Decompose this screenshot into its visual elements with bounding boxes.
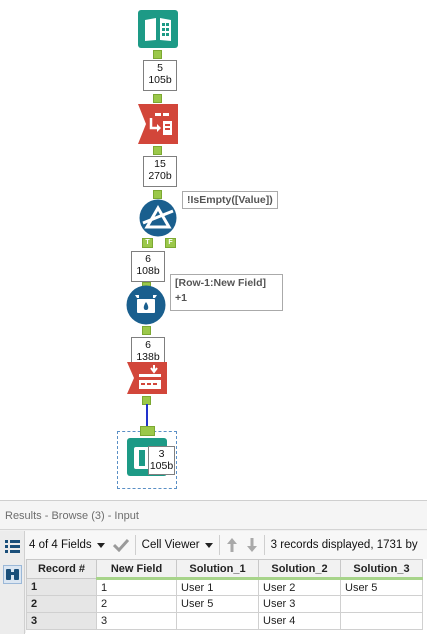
table-cell[interactable]: User 2 — [258, 578, 341, 596]
chevron-down-icon — [96, 542, 105, 548]
filter-annotation: !IsEmpty([Value]) — [182, 191, 278, 209]
arrow-up-icon — [226, 538, 237, 552]
record-count: 6 — [145, 339, 151, 351]
record-count: 5 — [157, 62, 163, 74]
results-table: Record # New Field Solution_1 Solution_2… — [26, 559, 423, 630]
byte-size: 105b — [148, 74, 172, 86]
output-anchor[interactable] — [153, 50, 162, 59]
table-header-row: Record # New Field Solution_1 Solution_2… — [26, 559, 423, 580]
table-cell[interactable] — [340, 595, 423, 613]
table-cell[interactable]: User 5 — [176, 595, 259, 613]
column-header-solution-2[interactable]: Solution_2 — [258, 559, 341, 580]
fields-label: 4 of 4 Fields — [29, 539, 92, 551]
results-toolbar: 4 of 4 Fields Cell Viewer 3 records disp… — [25, 531, 427, 559]
table-cell[interactable]: User 3 — [258, 595, 341, 613]
table-row[interactable]: 3 3 User 4 — [26, 612, 423, 630]
byte-size: 108b — [136, 265, 160, 277]
filter-icon — [139, 199, 177, 237]
cell-viewer-dropdown[interactable]: Cell Viewer — [138, 534, 217, 556]
input-anchor[interactable] — [153, 190, 162, 199]
table-cell[interactable]: User 1 — [176, 578, 259, 596]
filter-tool[interactable] — [137, 199, 179, 237]
move-down-button[interactable] — [242, 534, 262, 556]
input-anchor[interactable] — [140, 426, 155, 436]
table-cell[interactable]: User 5 — [340, 578, 423, 596]
cross-tab-tool[interactable] — [127, 362, 167, 394]
toolbar-divider — [263, 535, 265, 555]
cell-viewer-label: Cell Viewer — [141, 539, 200, 551]
table-cell[interactable] — [340, 612, 423, 630]
select-tool[interactable] — [138, 104, 178, 144]
cross-tab-icon — [127, 362, 167, 394]
list-view-icon[interactable] — [3, 537, 22, 556]
results-title: Results - Browse (3) - Input — [0, 501, 427, 530]
column-header-solution-1[interactable]: Solution_1 — [176, 559, 259, 580]
table-row[interactable]: 2 2 User 5 User 3 — [26, 595, 423, 613]
record-count-badge: 6 108b — [131, 251, 165, 282]
toolbar-divider — [218, 535, 220, 555]
record-count-badge: 5 105b — [143, 60, 177, 91]
browse-view-icon[interactable] — [3, 565, 22, 584]
toolbar-divider — [134, 535, 136, 555]
byte-size: 270b — [148, 170, 172, 182]
output-anchor[interactable] — [142, 326, 151, 335]
multi-row-formula-icon — [126, 285, 166, 325]
select-icon — [138, 104, 178, 144]
table-cell[interactable]: User 4 — [258, 612, 341, 630]
chevron-down-icon — [204, 542, 213, 548]
record-number-cell[interactable]: 2 — [26, 595, 97, 613]
arrow-down-icon — [246, 538, 257, 552]
column-header-new-field[interactable]: New Field — [96, 559, 177, 580]
book-icon — [138, 10, 178, 48]
move-up-button[interactable] — [222, 534, 242, 556]
table-cell[interactable]: 2 — [96, 595, 177, 613]
record-number-cell[interactable]: 3 — [26, 612, 97, 630]
input-anchor[interactable] — [153, 94, 162, 103]
record-count: 15 — [154, 158, 166, 170]
record-count-badge: 15 270b — [143, 156, 177, 187]
record-number-cell[interactable]: 1 — [26, 578, 97, 596]
false-anchor[interactable]: F — [165, 238, 176, 248]
record-count: 6 — [145, 253, 151, 265]
multi-row-formula-tool[interactable] — [126, 285, 166, 325]
checkmark-icon — [112, 538, 129, 552]
output-anchor[interactable] — [153, 146, 162, 155]
multi-row-formula-annotation: [Row-1:New Field] +1 — [170, 274, 283, 311]
record-count-badge: 3 105b — [148, 446, 175, 475]
input-data-tool[interactable] — [138, 10, 178, 48]
connection-line[interactable] — [146, 404, 148, 426]
table-row[interactable]: 1 1 User 1 User 2 User 5 — [26, 578, 423, 596]
results-grid: Record # New Field Solution_1 Solution_2… — [26, 559, 427, 633]
column-header-solution-3[interactable]: Solution_3 — [340, 559, 423, 580]
results-side-strip — [0, 531, 25, 634]
workflow-canvas[interactable]: 5 105b 15 270b !IsEmpty([Value]) T F 6 1… — [0, 0, 427, 500]
true-anchor[interactable]: T — [142, 238, 153, 248]
table-cell[interactable]: 1 — [96, 578, 177, 596]
annotation-line: [Row-1:New Field] — [175, 277, 266, 289]
column-header-record[interactable]: Record # — [26, 559, 97, 579]
apply-checkmark-button[interactable] — [109, 534, 133, 556]
annotation-line: +1 — [175, 292, 187, 304]
records-status: 3 records displayed, 1731 by — [270, 539, 418, 551]
byte-size: 105b — [149, 460, 174, 472]
results-panel: Results - Browse (3) - Input 4 of 4 Fiel… — [0, 500, 427, 634]
table-cell[interactable]: 3 — [96, 612, 177, 630]
table-cell[interactable] — [176, 612, 259, 630]
record-count: 3 — [158, 448, 165, 460]
fields-dropdown[interactable]: 4 of 4 Fields — [25, 534, 109, 556]
